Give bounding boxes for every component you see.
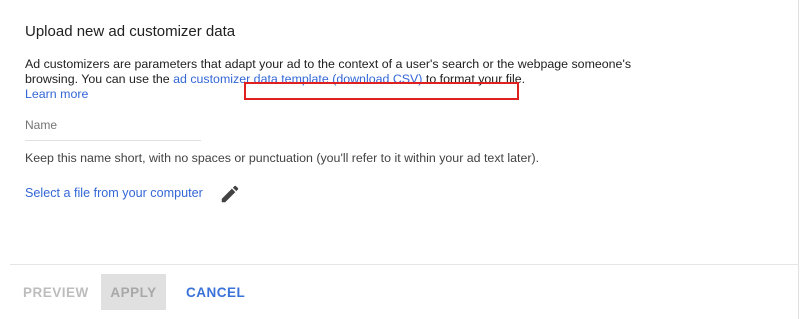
upload-dialog: Upload new ad customizer data Ad customi… bbox=[0, 0, 799, 319]
description-text-part2: to format your file. bbox=[422, 72, 526, 86]
apply-button[interactable]: APPLY bbox=[101, 274, 166, 310]
name-hint: Keep this name short, with no spaces or … bbox=[25, 151, 540, 165]
template-download-link[interactable]: ad customizer data template (download CS… bbox=[173, 72, 422, 86]
preview-button[interactable]: PREVIEW bbox=[23, 285, 89, 300]
learn-more-link[interactable]: Learn more bbox=[25, 87, 88, 101]
dialog-title: Upload new ad customizer data bbox=[25, 23, 236, 40]
cancel-button[interactable]: CANCEL bbox=[186, 285, 245, 300]
footer-divider bbox=[10, 264, 799, 265]
name-field-underline bbox=[25, 140, 201, 141]
name-field[interactable]: Name bbox=[25, 118, 57, 132]
dialog-description: Ad customizers are parameters that adapt… bbox=[25, 57, 645, 102]
pencil-icon[interactable] bbox=[219, 183, 241, 205]
select-file-link[interactable]: Select a file from your computer bbox=[25, 186, 203, 200]
